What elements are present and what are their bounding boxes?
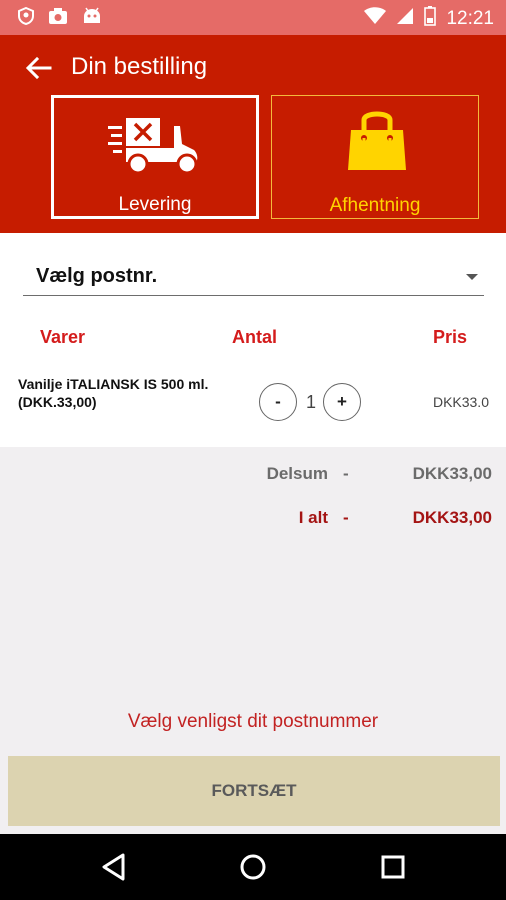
delivery-scooter-icon [108, 118, 198, 175]
increment-quantity-button[interactable]: + [323, 383, 361, 421]
clock-time: 12:21 [446, 7, 494, 29]
delivery-option[interactable]: Levering [51, 95, 259, 219]
total-dash: - [343, 508, 349, 527]
back-button[interactable] [24, 53, 54, 83]
wifi-icon [364, 7, 387, 30]
postal-code-notice: Vælg venligst dit postnummer [127, 711, 379, 732]
order-content: Vælg postnr. Varer Antal Pris Vanilje iT… [0, 233, 506, 447]
column-header-price: Pris [433, 327, 468, 347]
back-triangle-icon [102, 853, 125, 881]
page-title: Din bestilling [71, 53, 208, 80]
signal-icon [396, 7, 414, 30]
decrement-quantity-button[interactable]: - [259, 383, 297, 421]
system-nav-bar [0, 834, 506, 900]
camera-icon [48, 7, 68, 30]
item-name: Vanilje iTALIANSK IS 500 ml. (DKK.33,00) [18, 375, 248, 411]
subtotal-dash: - [343, 464, 349, 483]
total-row: I alt - DKK33,00 [0, 508, 506, 532]
item-title: Vanilje iTALIANSK IS 500 ml. [18, 376, 209, 392]
item-price: DKK33.0 [432, 394, 489, 410]
postal-code-select[interactable]: Vælg postnr. [23, 263, 484, 296]
shopping-bag-icon [348, 111, 406, 170]
app-header: Din bestilling Levering Afhentning [0, 35, 506, 233]
delivery-label: Levering [118, 194, 192, 215]
status-bar: 12:21 [0, 0, 506, 35]
column-header-quantity: Antal [232, 327, 277, 347]
nav-home-button[interactable] [234, 848, 272, 886]
recents-square-icon [381, 855, 405, 879]
battery-icon [424, 6, 437, 31]
chevron-down-icon [466, 274, 478, 280]
postal-code-value: Vælg postnr. [36, 265, 158, 287]
subtotal-label: Delsum [266, 464, 328, 483]
home-circle-icon [240, 854, 266, 880]
total-value: DKK33,00 [412, 508, 492, 527]
pickup-option[interactable]: Afhentning [271, 95, 479, 219]
total-label: I alt [298, 508, 328, 527]
android-icon [82, 7, 102, 30]
nav-recents-button[interactable] [374, 848, 412, 886]
nav-back-button[interactable] [95, 848, 133, 886]
subtotal-row: Delsum - DKK33,00 [0, 464, 506, 488]
column-header-items: Varer [40, 327, 86, 347]
continue-button[interactable]: FORTSÆT [8, 756, 500, 826]
arrow-left-icon [25, 56, 52, 80]
totals-section: Delsum - DKK33,00 I alt - DKK33,00 Vælg … [0, 447, 506, 753]
subtotal-value: DKK33,00 [412, 464, 492, 483]
item-quantity: 1 [305, 392, 316, 412]
item-unit-price: (DKK.33,00) [18, 394, 97, 410]
pickup-label: Afhentning [329, 195, 421, 216]
shield-icon [18, 6, 34, 30]
